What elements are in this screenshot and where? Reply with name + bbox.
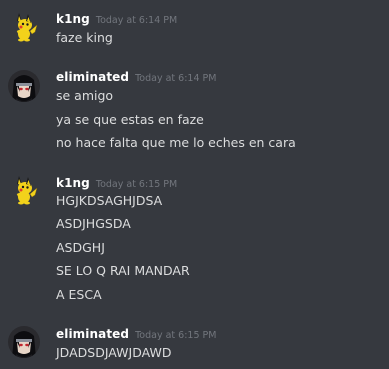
itachi-avatar-icon[interactable] xyxy=(8,326,40,358)
timestamp: Today at 6:15 PM xyxy=(95,179,178,190)
message-text: A ESCA xyxy=(56,287,102,302)
message-text: ASDGHJ xyxy=(56,240,105,255)
username[interactable]: eliminated xyxy=(56,70,129,84)
timestamp: Today at 6:15 PM xyxy=(135,330,217,341)
message-text: SE LO Q RAI MANDAR xyxy=(56,263,190,278)
pikachu-avatar-icon[interactable] xyxy=(8,174,40,206)
message-text: ya se que estas en faze xyxy=(56,112,204,127)
message-text: JDADSDJAWJDAWD xyxy=(56,345,172,360)
message-text: se amigo xyxy=(56,88,114,103)
timestamp: Today at 6:14 PM xyxy=(95,15,178,26)
username[interactable]: eliminated xyxy=(56,327,129,341)
pikachu-avatar-icon[interactable] xyxy=(8,11,40,43)
username[interactable]: k1ng xyxy=(56,12,90,26)
message-text: no hace falta que me lo eches en cara xyxy=(56,135,296,150)
itachi-avatar-icon[interactable] xyxy=(8,70,40,102)
message-text: faze king xyxy=(56,30,113,45)
message-text: ASDJHGSDA xyxy=(56,216,131,231)
timestamp: Today at 6:14 PM xyxy=(135,73,217,84)
username[interactable]: k1ng xyxy=(56,176,90,190)
message-text: HGJKDSAGHJDSA xyxy=(56,193,163,208)
